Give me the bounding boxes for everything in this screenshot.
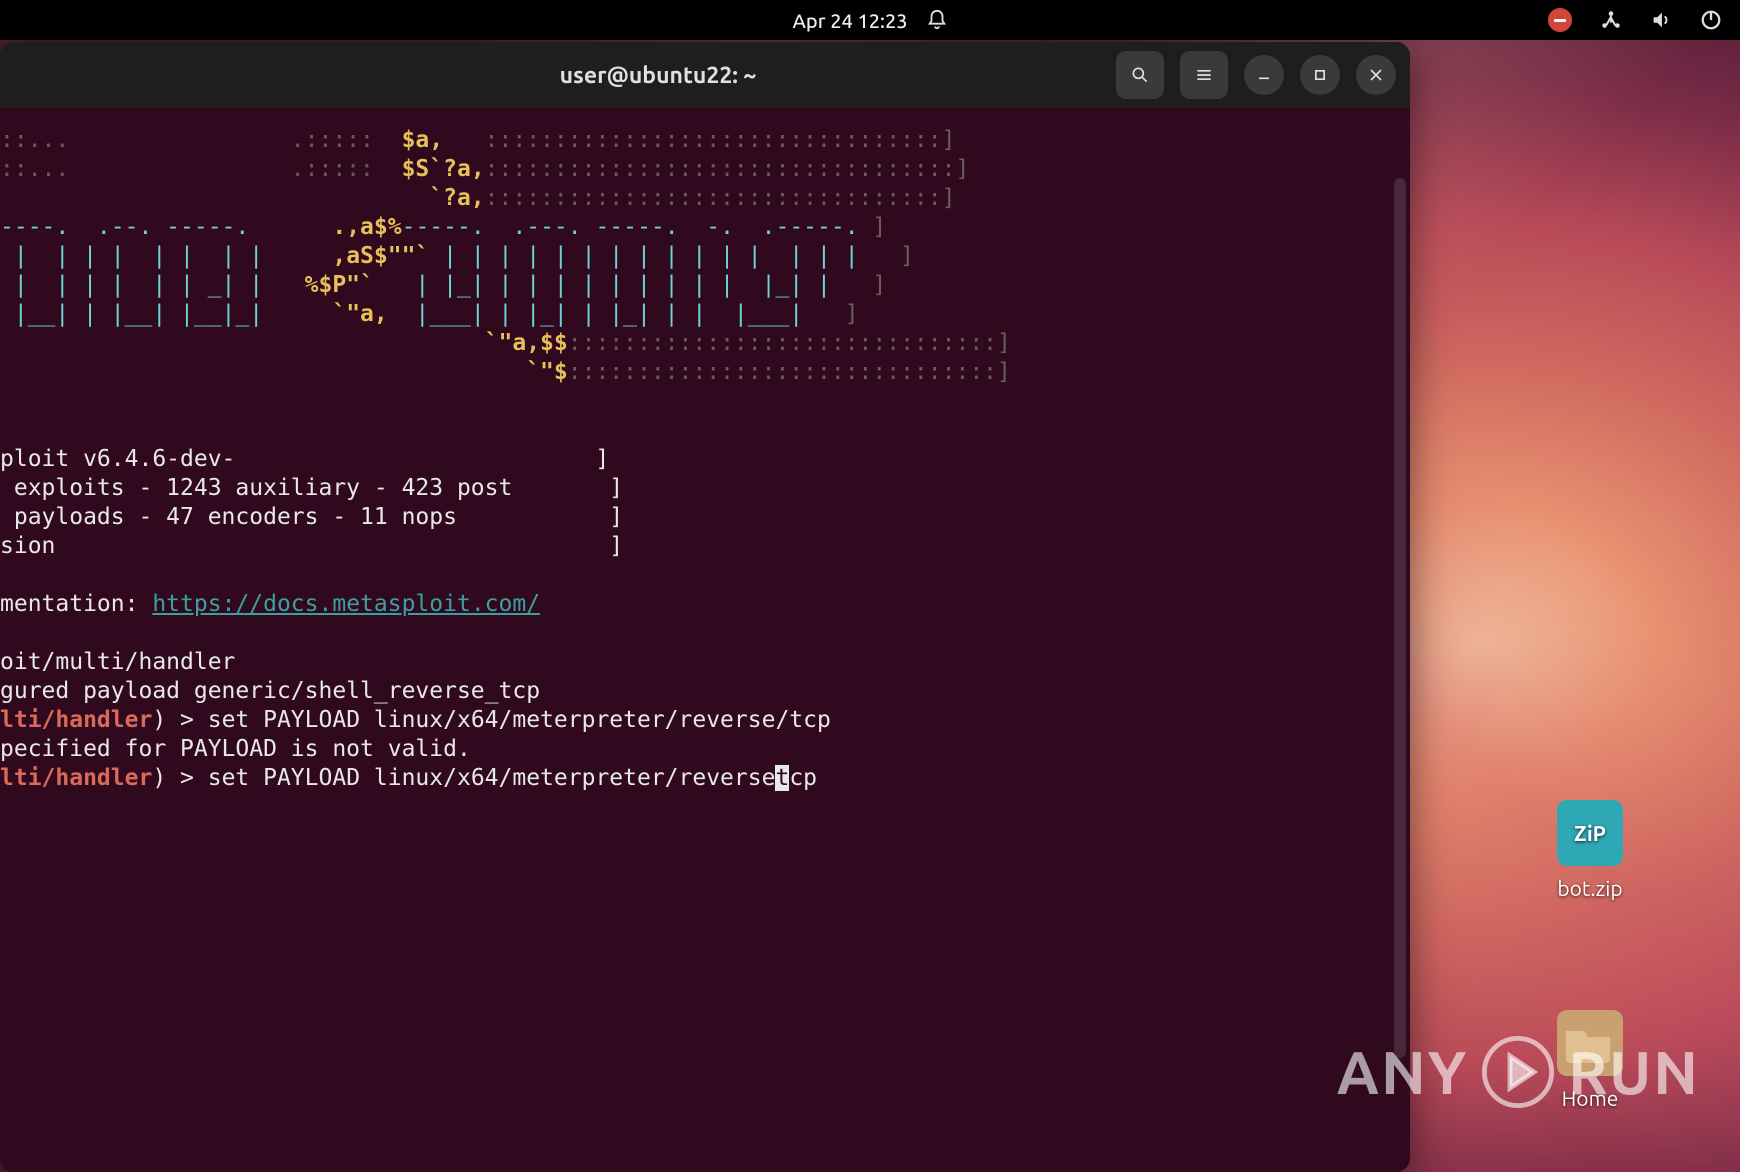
power-icon[interactable] xyxy=(1700,9,1722,31)
minimize-icon xyxy=(1254,65,1274,85)
desktop-icon-label: bot.zip xyxy=(1530,876,1650,900)
network-icon[interactable] xyxy=(1600,9,1622,31)
volume-icon[interactable] xyxy=(1650,9,1672,31)
gnome-topbar: Apr 24 12:23 xyxy=(0,0,1740,40)
window-titlebar[interactable]: user@ubuntu22: ~ xyxy=(0,42,1410,108)
menu-button[interactable] xyxy=(1180,51,1228,99)
topbar-system-tray[interactable] xyxy=(1548,0,1722,40)
topbar-datetime: Apr 24 12:23 xyxy=(792,9,907,32)
maximize-icon xyxy=(1310,65,1330,85)
topbar-datetime-area[interactable]: Apr 24 12:23 xyxy=(792,9,947,32)
archive-icon: ZiP xyxy=(1557,800,1623,866)
close-icon xyxy=(1366,65,1386,85)
desktop-icon-botzip[interactable]: ZiP bot.zip xyxy=(1530,800,1650,900)
hamburger-icon xyxy=(1194,65,1214,85)
search-icon xyxy=(1130,65,1150,85)
play-icon xyxy=(1478,1032,1558,1112)
minimize-button[interactable] xyxy=(1244,55,1284,95)
watermark: ANY RUN xyxy=(1337,1032,1700,1112)
terminal-window: user@ubuntu22: ~ ::... .::::: $a, ::::::… xyxy=(0,42,1410,1172)
close-button[interactable] xyxy=(1356,55,1396,95)
watermark-text-a: ANY xyxy=(1337,1039,1468,1106)
watermark-text-b: RUN xyxy=(1568,1039,1700,1106)
maximize-button[interactable] xyxy=(1300,55,1340,95)
terminal-cursor: t xyxy=(775,765,789,791)
terminal-scrollbar[interactable] xyxy=(1394,178,1406,1058)
window-controls xyxy=(1116,51,1396,99)
bell-icon xyxy=(926,9,948,31)
terminal-output: ::... .::::: $a, :::::::::::::::::::::::… xyxy=(0,126,1410,793)
update-badge-icon[interactable] xyxy=(1548,8,1572,32)
window-title: user@ubuntu22: ~ xyxy=(0,63,1116,88)
search-button[interactable] xyxy=(1116,51,1164,99)
terminal-content[interactable]: ::... .::::: $a, :::::::::::::::::::::::… xyxy=(0,108,1410,1172)
